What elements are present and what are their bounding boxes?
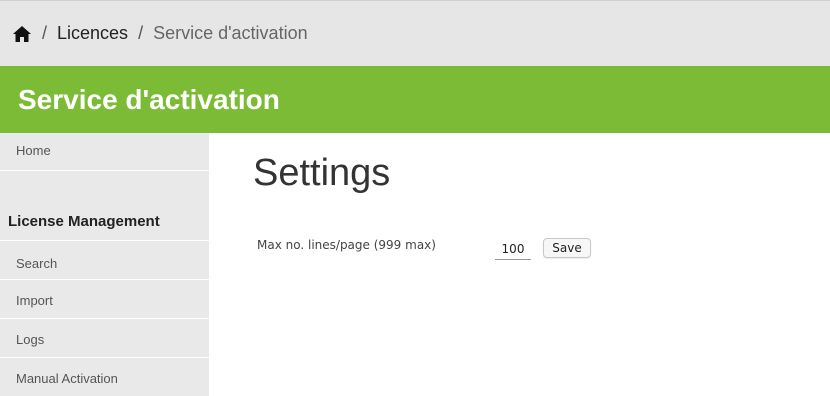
save-button[interactable]: Save — [543, 238, 591, 258]
max-lines-label: Max no. lines/page (999 max) — [257, 238, 436, 252]
sidebar-item-label: Search — [16, 256, 58, 271]
sidebar-item-label: Import — [16, 293, 53, 308]
home-icon[interactable] — [12, 24, 32, 44]
breadcrumb-separator: / — [42, 23, 48, 43]
sidebar-section-heading: License Management — [0, 207, 209, 241]
sidebar-item-label: Logs — [16, 332, 45, 347]
sidebar: Home License Management Search Import Lo… — [0, 133, 209, 396]
sidebar-item-label: Manual Activation — [16, 371, 118, 386]
breadcrumb-separator: / — [138, 23, 144, 43]
sidebar-item-manual-activation[interactable]: Manual Activation — [0, 359, 209, 396]
page-title: Settings — [253, 152, 391, 194]
sidebar-heading-label: License Management — [8, 213, 160, 230]
sidebar-item-home[interactable]: Home — [0, 133, 209, 171]
max-lines-input[interactable] — [495, 238, 531, 260]
sidebar-item-search[interactable]: Search — [0, 242, 209, 280]
breadcrumb-licences-link[interactable]: Licences — [57, 23, 128, 44]
sidebar-item-label: Home — [16, 143, 51, 158]
app-title: Service d'activation — [18, 83, 280, 115]
sidebar-item-import[interactable]: Import — [0, 281, 209, 319]
sidebar-item-logs[interactable]: Logs — [0, 320, 209, 358]
app-header: Service d'activation — [0, 66, 830, 133]
breadcrumb-current: Service d'activation — [153, 23, 308, 43]
breadcrumb: / Licences / Service d'activation — [0, 0, 830, 66]
